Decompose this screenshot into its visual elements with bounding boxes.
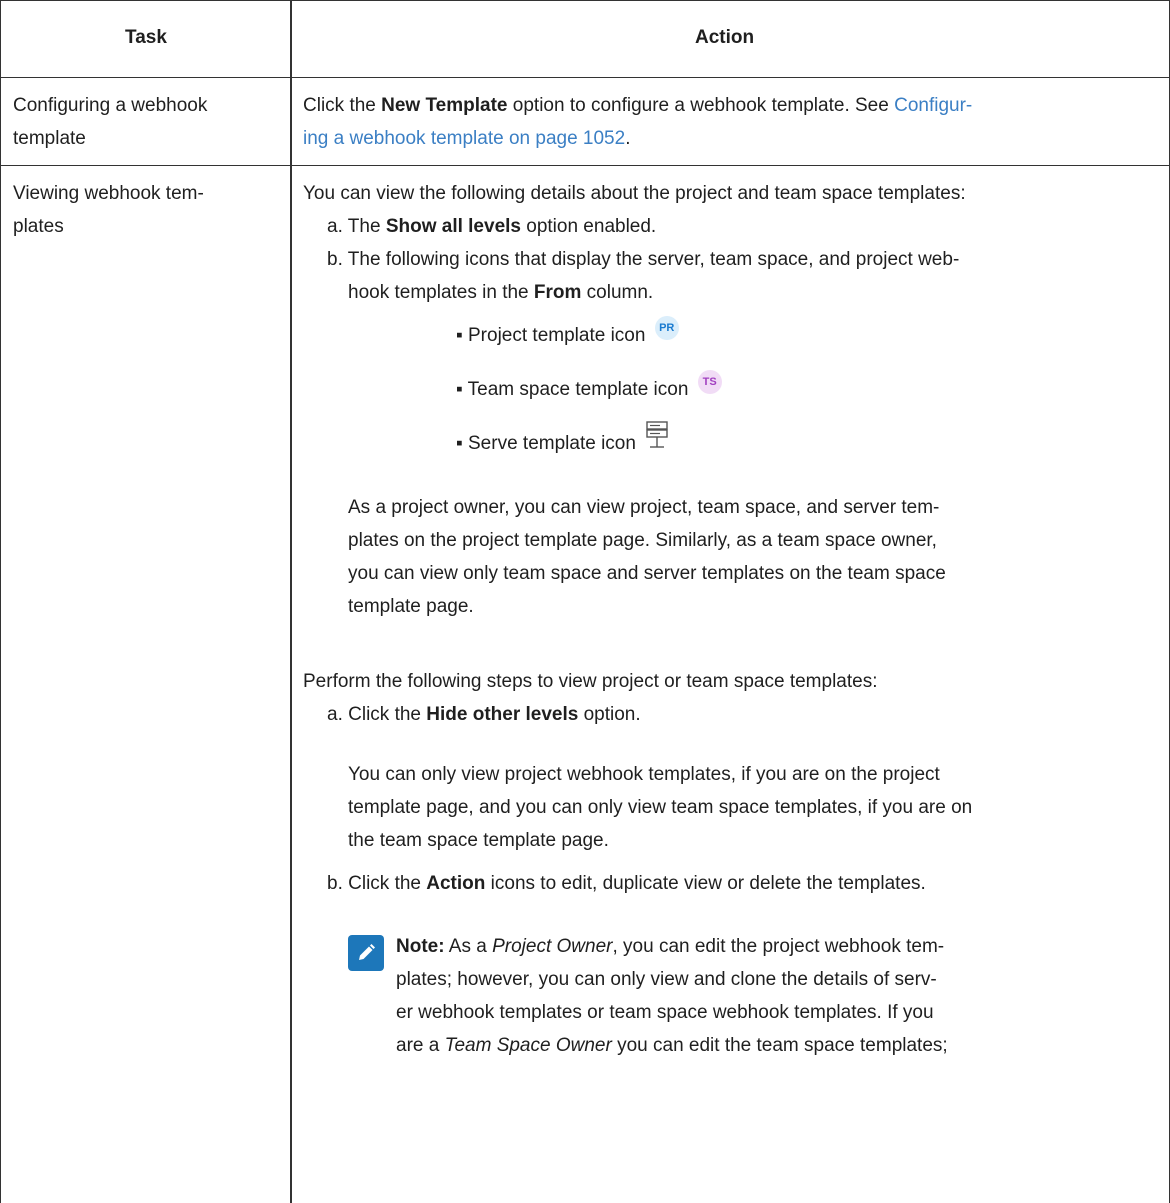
text: , you can edit the project webhook tem-	[612, 936, 945, 957]
text: a. The	[327, 216, 386, 237]
text: hook templates in the	[348, 282, 534, 303]
text: .	[625, 128, 631, 149]
text-line: You can only view project webhook templa…	[348, 764, 940, 785]
text-line: As a project owner, you can view project…	[348, 497, 940, 518]
list-item: a. Click the Hide other levels option.	[327, 698, 641, 731]
configuring-link-cont[interactable]: ing a webhook template on page 1052	[303, 128, 625, 149]
list-item-cont: hook templates in the From column.	[348, 276, 653, 309]
bullet-team-space: ▪ Team space template icon TS	[456, 369, 722, 406]
text-line: the team space template page.	[348, 830, 609, 851]
action-cell: Click the New Template option to configu…	[303, 89, 1161, 155]
from-column-label: From	[533, 282, 582, 303]
text: ▪ Team space template icon	[456, 379, 689, 400]
text: As a	[444, 936, 493, 957]
list-item: b. Click the Action icons to edit, dupli…	[327, 867, 926, 900]
server-template-icon	[646, 421, 668, 448]
new-template-label: New Template	[381, 95, 508, 116]
paragraph: You can only view project webhook templa…	[348, 758, 972, 857]
note-block: Note: As a Project Owner, you can edit t…	[396, 930, 948, 1062]
list-item: a. The Show all levels option enabled.	[327, 210, 656, 243]
table-header-row: Task Action	[1, 1, 1169, 78]
team-space-owner-term: Team Space Owner	[444, 1035, 612, 1056]
text: ▪ Project template icon	[456, 325, 646, 346]
task-line: Configuring a webhook	[13, 95, 208, 116]
header-task: Task	[125, 27, 167, 48]
task-line: plates	[13, 216, 64, 237]
action-label: Action	[426, 873, 486, 894]
text: are a	[396, 1035, 445, 1056]
text: Click the	[303, 95, 382, 116]
bullet-project: ▪ Project template icon PR	[456, 315, 679, 352]
table-row: Configuring a webhook template Click the…	[1, 77, 1169, 166]
text-line: plates; however, you can only view and c…	[396, 969, 937, 990]
text: column.	[581, 282, 654, 303]
text: ▪ Serve template icon	[456, 433, 636, 454]
show-all-levels-label: Show all levels	[385, 216, 521, 237]
table-row: Viewing webhook tem- plates You can view…	[1, 165, 1169, 1203]
task-line: template	[13, 128, 86, 149]
text: option enabled.	[520, 216, 657, 237]
text: option to configure a webhook template. …	[507, 95, 895, 116]
task-cell: Viewing webhook tem- plates	[13, 177, 278, 243]
text: icons to edit, duplicate view or delete …	[485, 873, 926, 894]
pencil-icon	[348, 935, 384, 971]
text-line: you can view only team space and server …	[348, 563, 946, 584]
project-owner-term: Project Owner	[492, 936, 613, 957]
text: b. Click the	[327, 873, 427, 894]
paragraph: As a project owner, you can view project…	[348, 491, 946, 623]
text: you can edit the team space templates;	[611, 1035, 948, 1056]
note-label: Note:	[396, 936, 445, 957]
intro-text: You can view the following details about…	[303, 183, 966, 204]
hide-other-levels-label: Hide other levels	[426, 704, 579, 725]
configuring-link[interactable]: Configur-	[894, 95, 972, 116]
steps-intro: Perform the following steps to view proj…	[303, 671, 878, 692]
text: a. Click the	[327, 704, 427, 725]
task-line: Viewing webhook tem-	[13, 183, 204, 204]
list-item: b. The following icons that display the …	[327, 249, 960, 270]
bullet-server: ▪ Serve template icon	[456, 421, 669, 460]
task-action-table: Task Action Configuring a webhook templa…	[0, 0, 1170, 1203]
text-line: template page.	[348, 596, 474, 617]
text: option.	[578, 704, 641, 725]
text-line: er webhook templates or team space webho…	[396, 1002, 934, 1023]
project-template-icon: PR	[654, 315, 679, 340]
task-cell: Configuring a webhook template	[13, 89, 278, 155]
header-action: Action	[695, 27, 755, 48]
team-space-template-icon: TS	[697, 369, 722, 394]
text-line: plates on the project template page. Sim…	[348, 530, 937, 551]
text-line: template page, and you can only view tea…	[348, 797, 973, 818]
